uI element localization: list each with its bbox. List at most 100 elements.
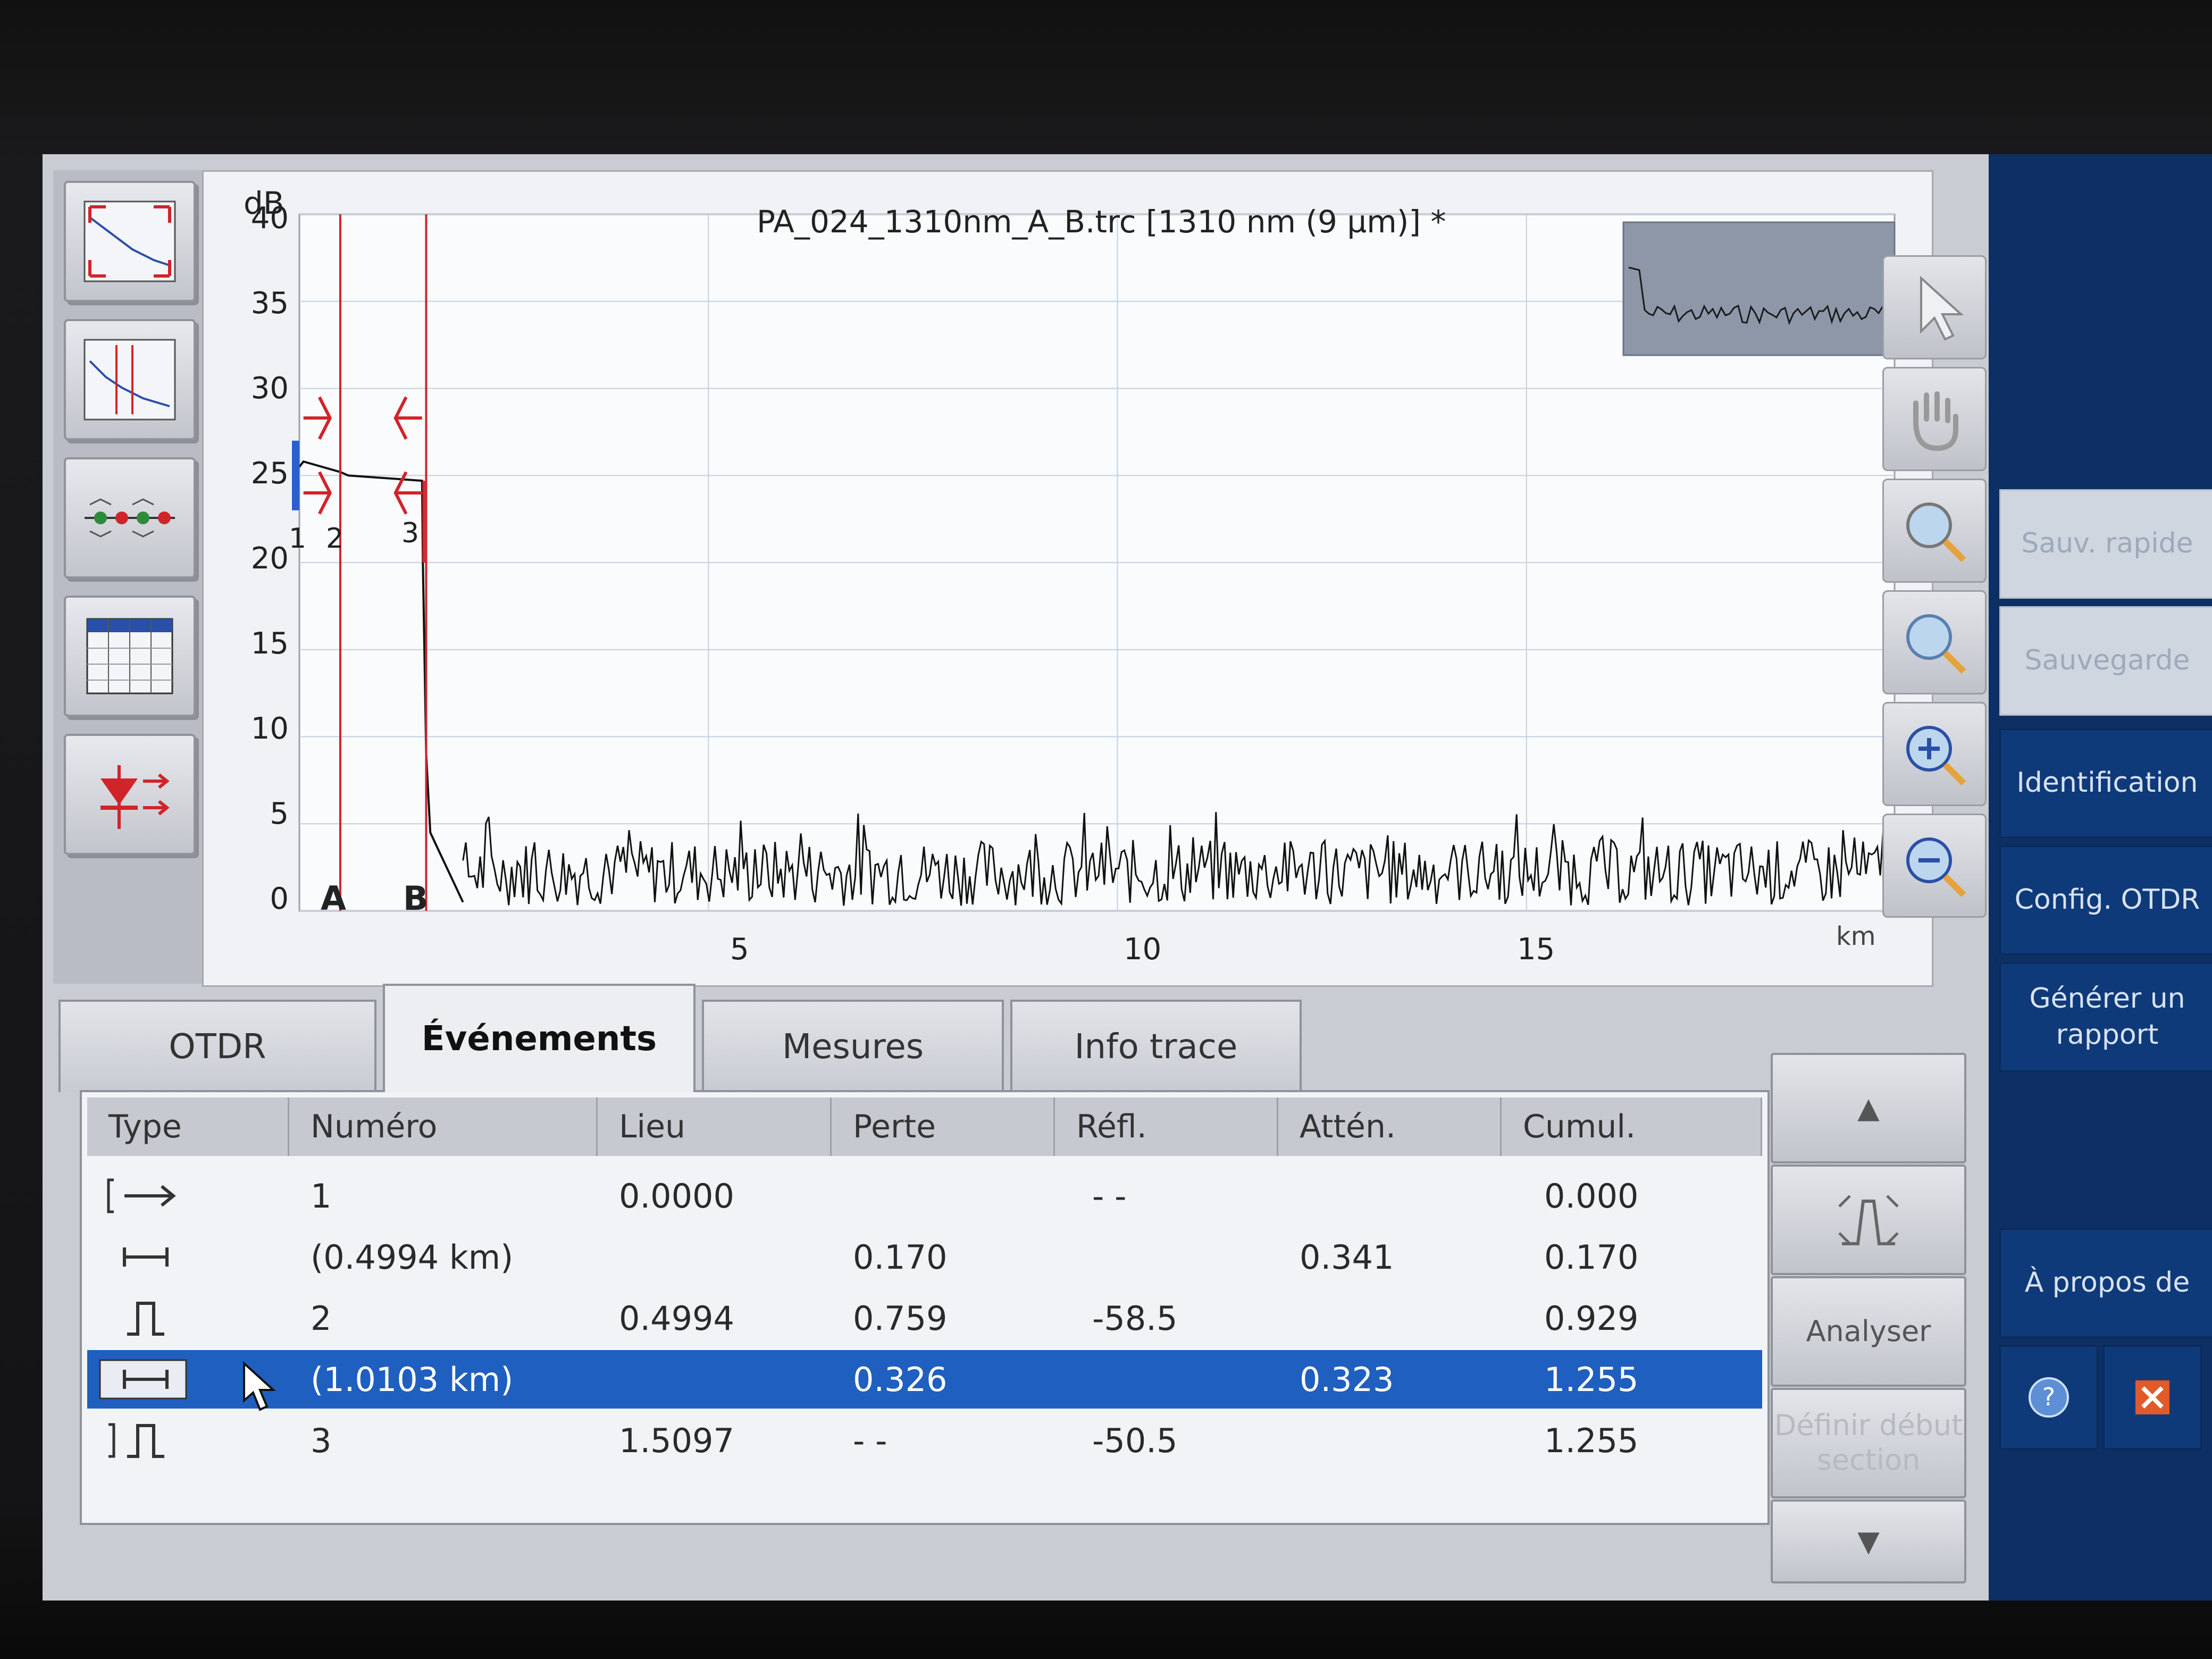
tab-evenements[interactable]: Événements: [383, 984, 696, 1092]
y-tick: 0: [270, 882, 289, 916]
table-row[interactable]: 2 0.4994 0.759 -58.5 0.929: [87, 1289, 1762, 1347]
event-2-label: 2: [326, 523, 344, 555]
column-header-numero[interactable]: Numéro: [289, 1097, 598, 1156]
generate-report-button[interactable]: Générer un rapport: [1999, 962, 2212, 1072]
reflective-event-icon: [127, 1302, 164, 1336]
cell-perte: 0.326: [853, 1360, 948, 1399]
cell-numero: 1: [311, 1176, 332, 1216]
otdr-trace-graph[interactable]: dB km PA_024_1310nm_A_B.trc [1310 nm (9 …: [202, 170, 1933, 987]
identification-button[interactable]: Identification: [1999, 728, 2212, 838]
zoom-out-button[interactable]: [1882, 814, 1987, 918]
help-icon: ?: [2029, 1377, 2069, 1418]
cell-lieu: 1.5097: [619, 1421, 734, 1460]
table-row[interactable]: 1 0.0000 - - 0.000: [87, 1167, 1762, 1225]
side-menu: Sauv. rapide Sauvegarde Identification C…: [1989, 154, 2212, 1601]
x-tick: 10: [1124, 932, 1162, 967]
cell-cumul: 0.000: [1544, 1176, 1639, 1216]
events-table: Type Numéro Lieu Perte Réfl. Attén. Cumu…: [80, 1090, 1770, 1525]
cell-perte: 0.759: [853, 1298, 948, 1338]
x-axis-unit: km: [1836, 921, 1876, 951]
mouse-cursor-icon: [243, 1361, 276, 1411]
zoom-event-icon: [1838, 1195, 1899, 1245]
cell-numero: 2: [311, 1298, 332, 1338]
zoom-in-button[interactable]: [1882, 702, 1987, 806]
trace-view-button[interactable]: [64, 319, 196, 440]
origin-marker: [292, 440, 299, 510]
y-tick: 20: [250, 541, 289, 576]
close-icon: [2135, 1380, 2169, 1414]
set-section-start-button[interactable]: Définir début section: [1771, 1388, 1966, 1498]
zoom-out-icon: [1906, 837, 1966, 898]
x-tick: 5: [730, 932, 749, 967]
tab-mesures[interactable]: Mesures: [702, 1000, 1004, 1092]
cell-cumul: 1.255: [1544, 1360, 1639, 1399]
y-tick: 35: [250, 286, 289, 321]
pointer-icon: [1920, 275, 1964, 341]
full-view-button[interactable]: [64, 181, 196, 302]
column-header-atten[interactable]: Attén.: [1278, 1097, 1502, 1156]
scroll-up-button[interactable]: ▲: [1771, 1053, 1966, 1163]
y-tick: 15: [250, 626, 289, 661]
column-header-cumul[interactable]: Cumul.: [1502, 1097, 1762, 1156]
cell-lieu: 0.4994: [619, 1298, 734, 1338]
table-controls: ▲ Analyser Définir début section ▼: [1771, 1053, 1973, 1583]
table-view-icon: [86, 618, 173, 694]
zoom-event-button[interactable]: [1771, 1164, 1966, 1275]
close-button[interactable]: [2103, 1345, 2202, 1449]
event-1-label: 1: [289, 523, 307, 555]
table-view-button[interactable]: [64, 596, 196, 717]
tab-otdr[interactable]: OTDR: [58, 1000, 376, 1092]
analyze-button[interactable]: Analyser: [1771, 1276, 1966, 1387]
tab-info-trace[interactable]: Info trace: [1010, 1000, 1302, 1092]
overview-thumbnail: [1622, 221, 1896, 356]
cursor-a-label: A: [321, 879, 346, 918]
link-view-icon: [85, 498, 175, 538]
cell-refl: -50.5: [1092, 1421, 1178, 1460]
scroll-down-button[interactable]: ▼: [1771, 1499, 1966, 1583]
y-tick: 30: [250, 371, 289, 406]
laser-source-button[interactable]: [64, 734, 196, 855]
cell-refl: -58.5: [1092, 1298, 1178, 1338]
event-3-label: 3: [401, 517, 420, 549]
trace-title: PA_024_1310nm_A_B.trc [1310 nm (9 µm)] *: [757, 204, 1446, 240]
cell-cumul: 0.170: [1544, 1237, 1639, 1277]
svg-text:?: ?: [2042, 1382, 2055, 1411]
cell-cumul: 1.255: [1544, 1421, 1639, 1460]
otdr-config-button[interactable]: Config. OTDR: [1999, 845, 2212, 955]
cell-lieu: 0.0000: [619, 1176, 734, 1216]
y-tick: 10: [250, 711, 289, 746]
save-button[interactable]: Sauvegarde: [1999, 606, 2212, 716]
pan-tool-button[interactable]: [1882, 367, 1987, 471]
launch-event-icon: [107, 1178, 176, 1213]
quick-save-button[interactable]: Sauv. rapide: [1999, 489, 2212, 599]
cell-refl: - -: [1092, 1176, 1127, 1216]
fiber-section-icon: [123, 1247, 169, 1267]
zoom-in-icon: [1906, 726, 1966, 786]
x-tick: 15: [1517, 932, 1555, 967]
trace-view-icon: [83, 339, 176, 421]
column-header-perte[interactable]: Perte: [832, 1097, 1055, 1156]
link-view-button[interactable]: [64, 457, 196, 579]
y-tick: 40: [250, 201, 289, 236]
zoom-area-button[interactable]: [1882, 590, 1987, 694]
cell-numero: (0.4994 km): [311, 1237, 514, 1277]
column-header-lieu[interactable]: Lieu: [598, 1097, 832, 1156]
table-row-selected[interactable]: (1.0103 km) 0.326 0.323 1.255: [87, 1350, 1762, 1411]
zoom-fit-button[interactable]: [1882, 479, 1987, 583]
end-reflective-event-icon: [108, 1423, 164, 1458]
cell-atten: 0.341: [1300, 1237, 1394, 1277]
pointer-tool-button[interactable]: [1882, 255, 1987, 359]
column-header-type[interactable]: Type: [87, 1097, 289, 1156]
table-row[interactable]: 3 1.5097 - - -50.5 1.255: [87, 1411, 1762, 1470]
full-view-icon: [83, 200, 176, 282]
cursor-b-label: B: [403, 879, 429, 918]
zoom-area-icon: [1906, 614, 1966, 674]
table-row[interactable]: (0.4994 km) 0.170 0.341 0.170: [87, 1228, 1762, 1286]
fiber-section-icon: [99, 1359, 187, 1400]
help-button[interactable]: ?: [1999, 1345, 2098, 1449]
cell-perte: - -: [853, 1421, 887, 1460]
about-button[interactable]: À propos de: [1999, 1228, 2212, 1338]
column-header-refl[interactable]: Réfl.: [1055, 1097, 1278, 1156]
cell-cumul: 0.929: [1544, 1298, 1639, 1338]
trace-plot[interactable]: [204, 172, 1932, 985]
